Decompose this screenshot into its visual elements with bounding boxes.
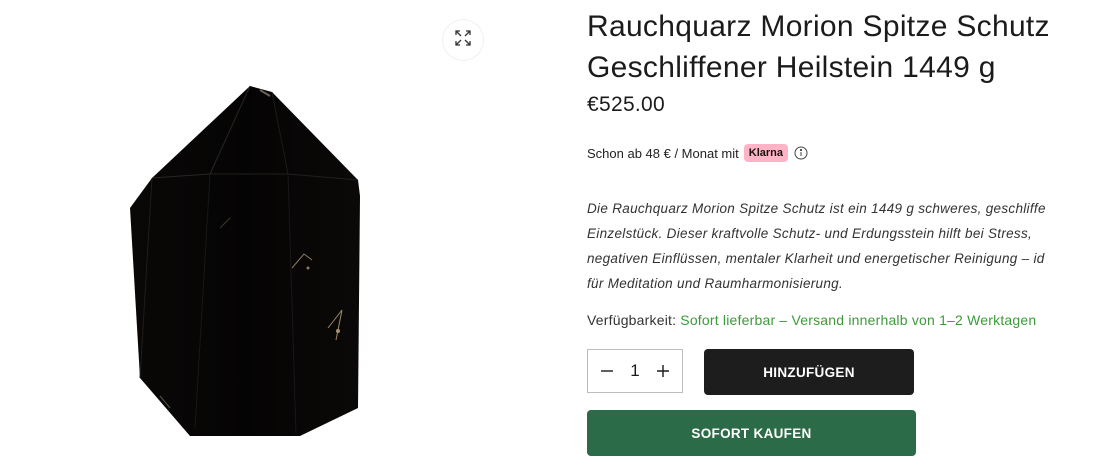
product-gallery [0,0,560,476]
quantity-stepper: 1 [587,349,683,393]
expand-arrows-icon [454,29,472,52]
description-line: Einzelstück. Dieser kraftvolle Schutz- u… [587,226,1033,241]
quantity-value[interactable]: 1 [630,361,639,381]
product-price: €525.00 [587,93,666,116]
availability: Verfügbarkeit: Sofort lieferbar – Versan… [587,312,1036,328]
title-line-2: Geschliffener Heilstein 1449 g [587,51,996,84]
product-description: Die Rauchquarz Morion Spitze Schutz ist … [587,196,1103,296]
klarna-badge: Klarna [743,144,789,162]
buy-now-button[interactable]: SOFORT KAUFEN [587,410,916,456]
klarna-installment: Schon ab 48 € / Monat mit Klarna [587,144,808,162]
info-circle-icon[interactable] [794,146,808,160]
klarna-text: Schon ab 48 € / Monat mit [587,145,739,161]
plus-icon[interactable] [656,364,670,378]
availability-label: Verfügbarkeit: [587,312,677,328]
add-to-cart-button[interactable]: HINZUFÜGEN [704,349,914,395]
availability-value: Sofort lieferbar – Versand innerhalb von… [680,312,1037,328]
description-line: Die Rauchquarz Morion Spitze Schutz ist … [587,201,1046,216]
minus-icon[interactable] [600,364,614,378]
zoom-button[interactable] [443,20,483,60]
product-image[interactable] [60,78,420,448]
description-line: für Meditation und Raumharmonisierung. [587,276,844,291]
description-line: negativen Einflüssen, mentaler Klarheit … [587,251,1045,266]
product-title: Rauchquarz Morion Spitze Schutz Geschlif… [587,6,1050,88]
title-line-1: Rauchquarz Morion Spitze Schutz [587,10,1050,43]
